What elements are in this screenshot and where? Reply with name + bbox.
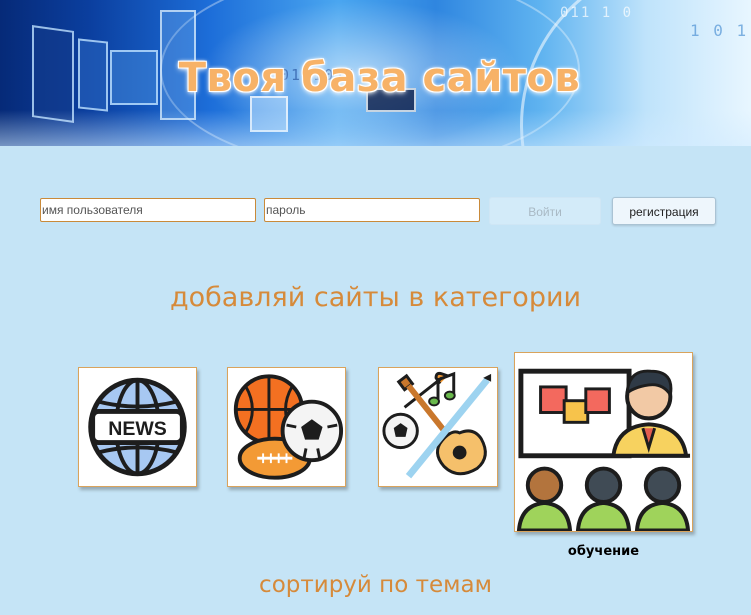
add-categories-heading: добавляй сайты в категории	[169, 282, 582, 313]
banner-binary: 011 1 0	[560, 5, 634, 21]
news-globe-icon: NEWS	[88, 377, 187, 477]
education-classroom-icon	[516, 368, 691, 531]
password-input[interactable]	[264, 198, 480, 222]
site-title: Твоя база сайтов	[178, 55, 581, 101]
sort-topics-heading: сортируй по темам	[259, 572, 492, 598]
category-card-education[interactable]	[514, 352, 693, 532]
banner-binary: 1 0 1	[690, 21, 749, 40]
login-button[interactable]: Войти	[489, 197, 601, 225]
register-button[interactable]: регистрация	[612, 197, 716, 225]
category-card-sports[interactable]	[227, 367, 346, 487]
category-label-education: обучение	[567, 544, 640, 559]
sports-balls-icon	[233, 374, 344, 480]
category-card-arts[interactable]	[378, 367, 498, 487]
svg-text:NEWS: NEWS	[108, 418, 167, 440]
arts-music-icon	[382, 371, 492, 479]
header-banner: 0101011 011 1 0 1 0 1 Твоя база сайтов	[0, 0, 751, 146]
username-input[interactable]	[40, 198, 256, 222]
banner-floor	[0, 110, 751, 146]
category-card-news[interactable]: NEWS	[78, 367, 197, 487]
